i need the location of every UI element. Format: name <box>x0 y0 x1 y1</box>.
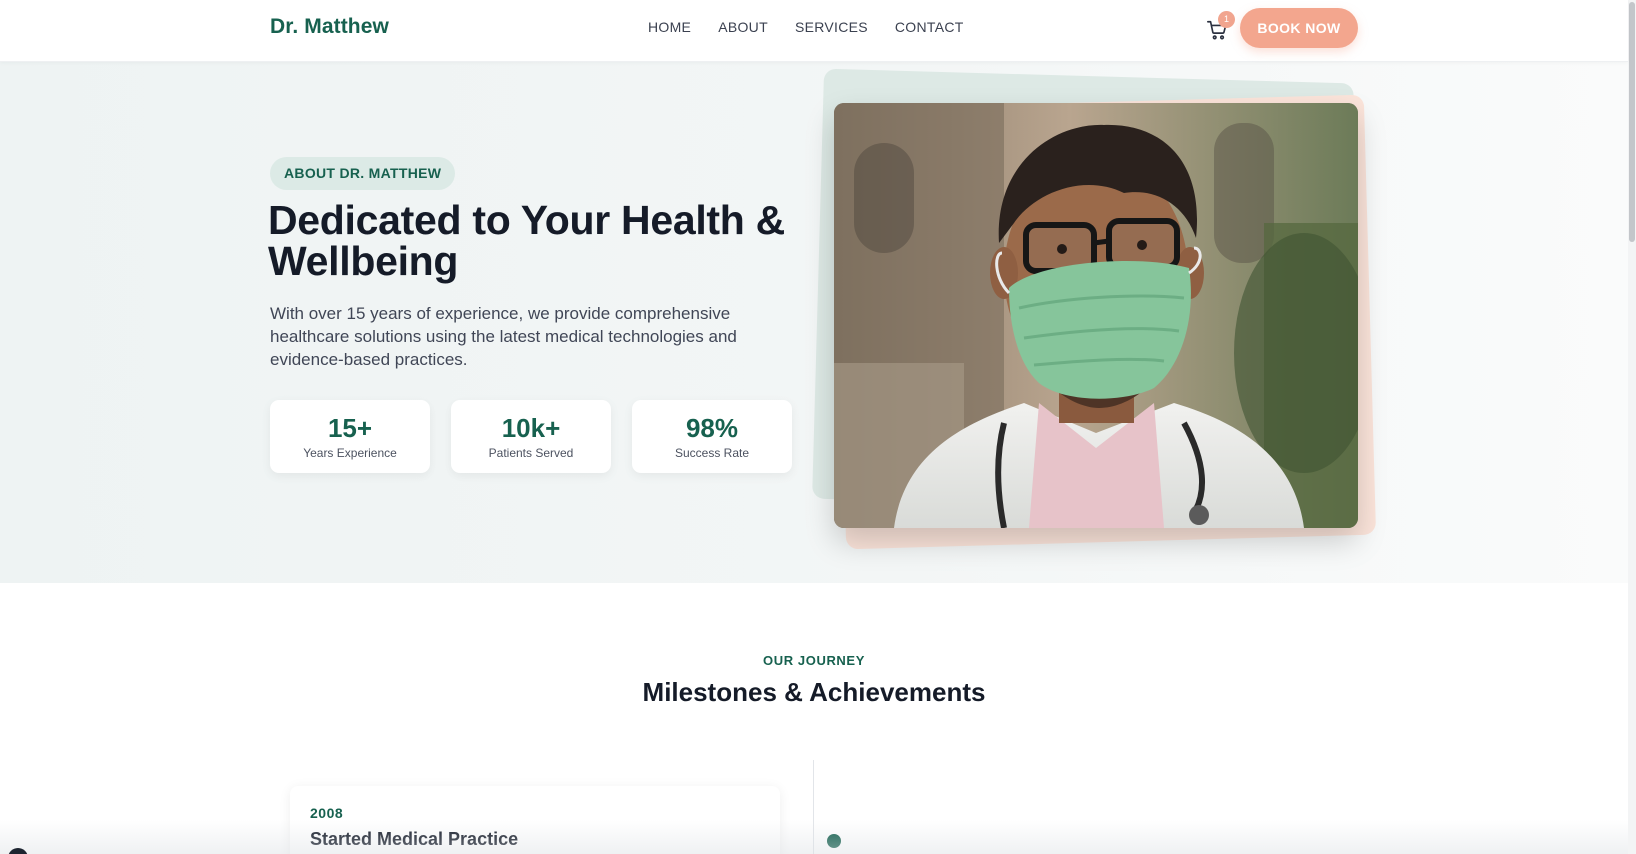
top-navbar: Dr. Matthew HOME ABOUT SERVICES CONTACT … <box>0 0 1628 62</box>
stat-value: 98% <box>685 413 739 443</box>
stat-card-success: 98% Success Rate <box>632 400 792 473</box>
stat-label: Years Experience <box>303 446 397 460</box>
hero-eyebrow-badge: ABOUT DR. MATTHEW <box>270 157 456 190</box>
stat-label: Success Rate <box>674 446 750 460</box>
journey-title: Milestones & Achievements <box>642 677 986 707</box>
brand-logo[interactable]: Dr. Matthew <box>270 15 389 39</box>
book-now-button[interactable]: BOOK NOW <box>1240 8 1358 48</box>
milestone-card: 2008 Started Medical Practice <box>290 786 780 854</box>
doctor-photo <box>834 103 1358 528</box>
cart-count-badge: 1 <box>1218 11 1235 28</box>
scrollbar-thumb[interactable] <box>1629 2 1635 242</box>
doctor-illustration <box>834 103 1358 528</box>
nav-link-home[interactable]: HOME <box>648 19 691 35</box>
page-scrollbar[interactable] <box>1628 0 1636 854</box>
journey-eyebrow: OUR JOURNEY <box>763 653 865 668</box>
nav-link-contact[interactable]: CONTACT <box>895 19 964 35</box>
nav-link-about[interactable]: ABOUT <box>718 19 768 35</box>
main-nav: HOME ABOUT SERVICES CONTACT <box>648 19 964 35</box>
stat-card-patients: 10k+ Patients Served <box>451 400 611 473</box>
stat-card-experience: 15+ Years Experience <box>270 400 430 473</box>
milestone-title: Started Medical Practice <box>310 829 519 849</box>
timeline-dot-icon <box>827 834 841 848</box>
stat-value: 15+ <box>327 413 373 443</box>
timeline-line <box>813 760 814 854</box>
chat-widget-icon[interactable] <box>8 848 28 854</box>
hero-description: With over 15 years of experience, we pro… <box>270 304 737 369</box>
bottom-fade <box>0 820 1628 854</box>
hero-section: ABOUT DR. MATTHEW Dedicated to Your Heal… <box>0 62 1628 583</box>
nav-link-services[interactable]: SERVICES <box>795 19 868 35</box>
milestone-year: 2008 <box>310 805 344 821</box>
stat-label: Patients Served <box>488 446 574 460</box>
stat-value: 10k+ <box>501 413 561 443</box>
hero-title: Dedicated to Your Health & Wellbeing <box>268 197 785 284</box>
cart-button[interactable]: 1 <box>1204 11 1235 42</box>
stats-row: 15+ Years Experience 10k+ Patients Serve… <box>270 400 792 473</box>
